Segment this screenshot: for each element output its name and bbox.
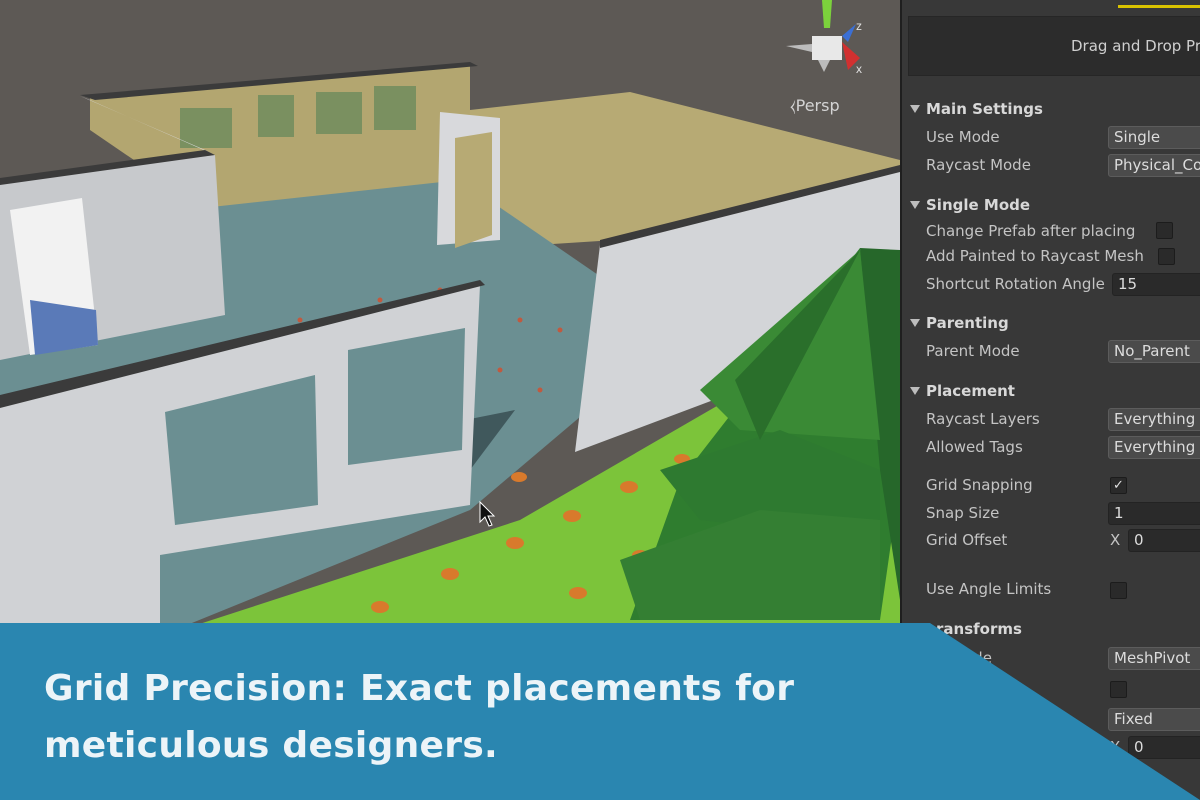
raycast-mode-row: Raycast Mode Physical_Co <box>902 154 1200 178</box>
use-angle-limits-checkbox[interactable] <box>1110 582 1127 599</box>
use-mode-dropdown[interactable]: Single <box>1108 126 1200 149</box>
grid-offset-label: Grid Offset <box>926 531 1008 549</box>
svg-text:z: z <box>856 19 862 33</box>
parent-mode-dropdown[interactable]: No_Parent <box>1108 340 1200 363</box>
transform-axis-row: X 0 <box>902 736 1200 760</box>
foldout-arrow-icon <box>910 105 920 113</box>
rotation-angle-input[interactable]: 15 <box>1112 273 1200 296</box>
use-angle-limits-row: Use Angle Limits <box>902 578 1200 602</box>
transform-checkbox[interactable] <box>1110 681 1127 698</box>
snap-size-label: Snap Size <box>926 504 1000 522</box>
snap-size-input[interactable]: 1 <box>1108 502 1200 525</box>
section-title: Placement <box>926 382 1015 400</box>
parent-mode-row: Parent Mode No_Parent <box>902 340 1200 364</box>
section-parenting[interactable]: Parenting <box>902 312 1200 336</box>
transform-fixed-row: Fixed <box>902 708 1200 732</box>
section-title: Main Settings <box>926 100 1043 118</box>
parent-mode-label: Parent Mode <box>926 342 1020 360</box>
active-tab-indicator <box>1118 0 1200 8</box>
section-title: ransforms <box>936 620 1022 638</box>
drag-drop-label: Drag and Drop Pr <box>1071 37 1200 55</box>
perspective-label[interactable]: ⧼Persp <box>790 96 840 116</box>
caption-line-1: Grid Precision: Exact placements for <box>44 668 795 709</box>
grid-snapping-checkbox[interactable]: ✓ <box>1110 477 1127 494</box>
inspector-panel: Drag and Drop Pr Main Settings Use Mode … <box>900 0 1200 800</box>
allowed-tags-row: Allowed Tags Everything <box>902 436 1200 460</box>
front-window-2 <box>348 328 465 465</box>
snap-size-row: Snap Size 1 <box>902 502 1200 526</box>
transform-axis-label: X <box>1110 738 1121 756</box>
grid-offset-x-input[interactable]: 0 <box>1128 529 1200 552</box>
grid-snapping-label: Grid Snapping <box>926 476 1033 494</box>
transform-toggle-row <box>902 678 1200 702</box>
section-title: Parenting <box>926 314 1009 332</box>
foldout-arrow-icon <box>910 319 920 327</box>
foldout-arrow-icon <box>910 387 920 395</box>
transform-fixed-dropdown[interactable]: Fixed <box>1108 708 1200 731</box>
transform-axis-input[interactable]: 0 <box>1128 736 1200 759</box>
use-mode-label: Use Mode <box>926 128 1000 146</box>
change-prefab-row: Change Prefab after placing <box>902 220 1200 244</box>
raycast-layers-row: Raycast Layers Everything <box>902 408 1200 432</box>
grid-offset-row: Grid Offset X 0 <box>902 529 1200 553</box>
use-angle-limits-label: Use Angle Limits <box>926 580 1052 598</box>
right-door <box>455 132 492 248</box>
use-mode-row: Use Mode Single <box>902 126 1200 150</box>
section-main-settings[interactable]: Main Settings <box>902 98 1200 122</box>
caption-line-2: meticulous designers. <box>44 725 499 766</box>
allowed-tags-dropdown[interactable]: Everything <box>1108 436 1200 459</box>
section-transforms[interactable]: ransforms <box>902 618 1200 642</box>
raycast-layers-dropdown[interactable]: Everything <box>1108 408 1200 431</box>
transform-mode-label: ode <box>964 649 992 667</box>
add-painted-row: Add Painted to Raycast Mesh <box>902 245 1200 269</box>
svg-text:x: x <box>856 62 862 76</box>
raycast-mode-label: Raycast Mode <box>926 156 1031 174</box>
raycast-mode-dropdown[interactable]: Physical_Co <box>1108 154 1200 177</box>
add-painted-checkbox[interactable] <box>1158 248 1175 265</box>
section-placement[interactable]: Placement <box>902 380 1200 404</box>
raycast-layers-label: Raycast Layers <box>926 410 1040 428</box>
transform-mode-row: ode MeshPivot <box>902 647 1200 671</box>
transform-mode-dropdown[interactable]: MeshPivot <box>1108 647 1200 670</box>
rotation-angle-row: Shortcut Rotation Angle 15 <box>902 273 1200 297</box>
allowed-tags-label: Allowed Tags <box>926 438 1023 456</box>
section-title: Single Mode <box>926 196 1031 214</box>
caption-text: Grid Precision: Exact placements for met… <box>44 660 804 774</box>
add-painted-label: Add Painted to Raycast Mesh <box>926 247 1144 265</box>
foldout-arrow-icon <box>910 201 920 209</box>
section-single-mode[interactable]: Single Mode <box>902 194 1200 218</box>
change-prefab-checkbox[interactable] <box>1156 222 1173 239</box>
grid-snapping-row: Grid Snapping ✓ <box>902 474 1200 498</box>
grid-offset-axis-label: X <box>1110 531 1121 549</box>
change-prefab-label: Change Prefab after placing <box>926 222 1136 240</box>
rotation-angle-label: Shortcut Rotation Angle <box>926 275 1105 293</box>
drag-drop-area[interactable]: Drag and Drop Pr <box>908 16 1200 76</box>
